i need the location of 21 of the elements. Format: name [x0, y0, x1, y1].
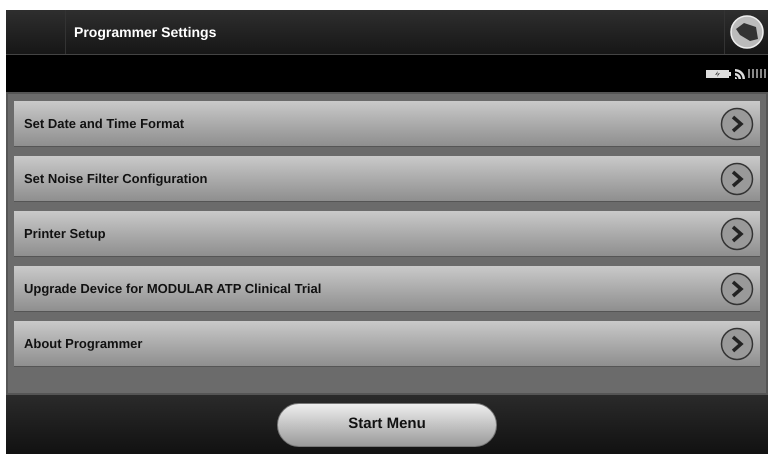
- chevron-right-icon[interactable]: [720, 216, 754, 250]
- settings-row[interactable]: Printer Setup: [14, 211, 760, 257]
- start-menu-button[interactable]: Start Menu: [277, 402, 497, 446]
- row-label: About Programmer: [24, 334, 142, 353]
- row-label: Printer Setup: [24, 224, 106, 243]
- settings-row[interactable]: Upgrade Device for MODULAR ATP Clinical Trial: [14, 266, 760, 312]
- chevron-right-icon[interactable]: [720, 326, 754, 360]
- row-label: Set Date and Time Format: [24, 114, 184, 133]
- battery-icon: [706, 68, 732, 78]
- row-label: Upgrade Device for MODULAR ATP Clinical Trial: [24, 280, 322, 298]
- chevron-right-icon[interactable]: [720, 106, 754, 140]
- signal-icon: [735, 68, 745, 78]
- settings-row[interactable]: Set Date and Time Format: [14, 101, 760, 147]
- settings-row[interactable]: About Programmer: [14, 321, 760, 367]
- device-icon[interactable]: [730, 15, 764, 49]
- chevron-right-icon[interactable]: [720, 162, 754, 196]
- strength-bars-icon: [748, 69, 766, 78]
- settings-row[interactable]: Set Noise Filter Configuration: [14, 156, 760, 202]
- row-label: Set Noise Filter Configuration: [24, 170, 208, 188]
- screen-title: Programmer Settings: [74, 22, 216, 42]
- chevron-right-icon[interactable]: [720, 272, 754, 306]
